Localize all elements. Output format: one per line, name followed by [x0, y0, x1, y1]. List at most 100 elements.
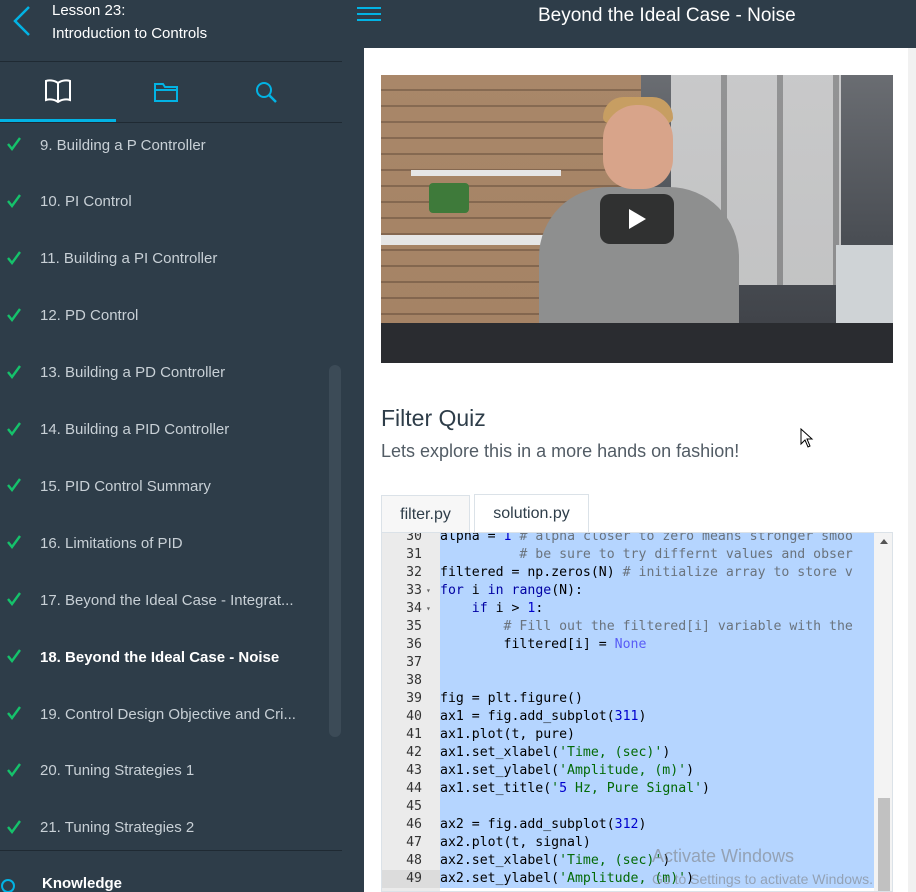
sidebar-concept-item[interactable]: 21. Tuning Strategies 2 — [0, 806, 328, 850]
chevron-left-icon — [13, 6, 30, 36]
sidebar-concept-item[interactable]: 11. Building a PI Controller — [0, 237, 328, 281]
checkmark-icon — [7, 820, 21, 834]
code-line[interactable]: fig = plt.figure() — [440, 690, 874, 708]
video-frame-desk — [381, 323, 893, 363]
sidebar-concept-item[interactable]: 16. Limitations of PID — [0, 521, 328, 565]
page-scrollbar[interactable] — [908, 48, 916, 892]
code-line[interactable] — [440, 654, 874, 672]
code-line[interactable]: ax1 = fig.add_subplot(311) — [440, 708, 874, 726]
checkmark-icon — [7, 535, 21, 550]
main-content: Filter Quiz Lets explore this in a more … — [364, 48, 908, 892]
code-line[interactable]: for i in range(N): — [440, 582, 874, 600]
sidebar-concept-item[interactable]: 17. Beyond the Ideal Case - Integrat... — [0, 578, 328, 622]
line-number: 43 — [406, 763, 422, 778]
sidebar-tabs — [0, 62, 342, 123]
line-number: 46 — [406, 817, 422, 832]
video-frame-plant — [429, 183, 469, 213]
checkmark-icon — [7, 763, 21, 777]
lesson-title: Introduction to Controls — [52, 25, 208, 42]
sidebar-concept-label: 17. Beyond the Ideal Case - Integrat... — [40, 591, 294, 609]
tab-filter-py[interactable]: filter.py — [381, 495, 470, 533]
book-icon — [45, 78, 71, 103]
editor-scrollbar[interactable] — [874, 533, 892, 891]
checkmark-icon — [7, 421, 21, 436]
knowledge-icon — [1, 879, 15, 892]
sidebar-concept-item[interactable]: 15. PID Control Summary — [0, 464, 328, 508]
code-line[interactable] — [440, 798, 874, 816]
line-number: 40 — [406, 709, 422, 724]
code-line[interactable]: # be sure to try differnt values and obs… — [440, 546, 874, 564]
code-line[interactable]: alpha = 1 # alpha closer to zero means s… — [440, 533, 874, 546]
sidebar-concept-label: 11. Building a PI Controller — [40, 250, 218, 268]
code-line[interactable]: ax1.set_xlabel('Time, (sec)') — [440, 744, 874, 762]
checkmark-icon — [7, 592, 21, 607]
line-number: 33 — [406, 583, 422, 598]
mouse-cursor-icon — [800, 428, 814, 448]
sidebar-concept-item[interactable]: 20. Tuning Strategies 1 — [0, 749, 328, 793]
checkmark-icon — [7, 649, 21, 664]
tab-lessons[interactable] — [0, 62, 116, 122]
line-number: 30 — [406, 532, 422, 544]
code-line[interactable]: filtered = np.zeros(N) # initialize arra… — [440, 564, 874, 582]
checkmark-icon — [7, 478, 21, 493]
folder-icon — [154, 83, 178, 102]
tab-search[interactable] — [208, 62, 324, 122]
video-frame-shelf — [411, 170, 561, 176]
line-number: 45 — [406, 799, 422, 814]
line-number: 47 — [406, 835, 422, 850]
menu-button[interactable] — [356, 4, 382, 26]
code-line[interactable]: ax1.plot(t, pure) — [440, 726, 874, 744]
sidebar-concept-label: 10. PI Control — [40, 193, 132, 211]
code-line[interactable]: ax1.set_ylabel('Amplitude, (m)') — [440, 762, 874, 780]
sidebar-concept-item[interactable]: 14. Building a PID Controller — [0, 408, 328, 452]
line-number: 39 — [406, 691, 422, 706]
line-number: 36 — [406, 637, 422, 652]
hamburger-icon — [357, 7, 381, 21]
quiz-title: Filter Quiz — [381, 405, 486, 431]
sidebar-scrollbar[interactable] — [329, 365, 341, 737]
windows-activation-watermark: Activate Windows — [652, 846, 795, 866]
knowledge-label: Knowledge — [42, 875, 123, 892]
scroll-up-icon[interactable] — [880, 539, 888, 544]
sidebar-concept-item[interactable]: 18. Beyond the Ideal Case - Noise — [0, 635, 328, 679]
checkmark-icon — [7, 364, 21, 379]
code-line[interactable] — [440, 672, 874, 690]
fold-arrow-icon[interactable]: ▾ — [426, 600, 436, 618]
page-title: Beyond the Ideal Case - Noise — [538, 5, 796, 26]
sidebar-concept-label: 15. PID Control Summary — [40, 477, 211, 495]
fold-arrow-icon[interactable]: ▾ — [426, 582, 436, 600]
line-number-gutter: 30 31 32 33 ▾ 34 ▾ 35 36 37 38 39 40 41 42 43 44 45 46 47 48… — [382, 532, 440, 891]
code-line[interactable]: ax2 = fig.add_subplot(312) — [440, 816, 874, 834]
sidebar-concept-label: 16. Limitations of PID — [40, 534, 183, 552]
checkmark-icon — [7, 137, 21, 151]
search-icon — [256, 82, 277, 103]
code-line[interactable]: # Fill out the filtered[i] variable with… — [440, 618, 874, 636]
editor-scrollbar-thumb[interactable] — [878, 798, 890, 891]
video-frame-presenter-head — [603, 105, 673, 189]
sidebar-concept-label: 20. Tuning Strategies 1 — [40, 762, 195, 780]
play-icon — [629, 209, 646, 229]
sidebar-concept-item[interactable]: 19. Control Design Objective and Cri... — [0, 692, 328, 736]
line-number: 32 — [406, 565, 422, 580]
sidebar-concept-item[interactable]: 9. Building a P Controller — [0, 123, 328, 167]
tab-solution-py[interactable]: solution.py — [474, 494, 589, 532]
tab-resources[interactable] — [108, 62, 224, 122]
checkmark-icon — [7, 251, 21, 265]
code-line[interactable]: ax1.set_title('5 Hz, Pure Signal') — [440, 780, 874, 798]
sidebar-concept-label: 18. Beyond the Ideal Case - Noise — [40, 648, 280, 666]
code-editor[interactable]: 30 31 32 33 ▾ 34 ▾ 35 36 37 38 39 40 41 42 43 44 45 46 47 48… — [381, 532, 893, 892]
play-button[interactable] — [600, 194, 674, 244]
line-number: 41 — [406, 727, 422, 742]
code-line[interactable]: filtered[i] = None — [440, 636, 874, 654]
back-button[interactable] — [8, 4, 36, 38]
sidebar-concept-item[interactable]: 12. PD Control — [0, 294, 328, 338]
line-number: 35 — [406, 619, 422, 634]
knowledge-link[interactable]: Knowledge — [0, 850, 342, 892]
sidebar-header: Lesson 23: Introduction to Controls — [0, 0, 342, 62]
code-line[interactable]: if i > 1: — [440, 600, 874, 618]
sidebar-concept-label: 19. Control Design Objective and Cri... — [40, 705, 296, 723]
sidebar-concept-item[interactable]: 13. Building a PD Controller — [0, 351, 328, 395]
video-player[interactable] — [381, 75, 893, 363]
sidebar-concept-item[interactable]: 10. PI Control — [0, 180, 328, 224]
code-area[interactable]: alpha = 1 # alpha closer to zero means s… — [440, 533, 874, 891]
